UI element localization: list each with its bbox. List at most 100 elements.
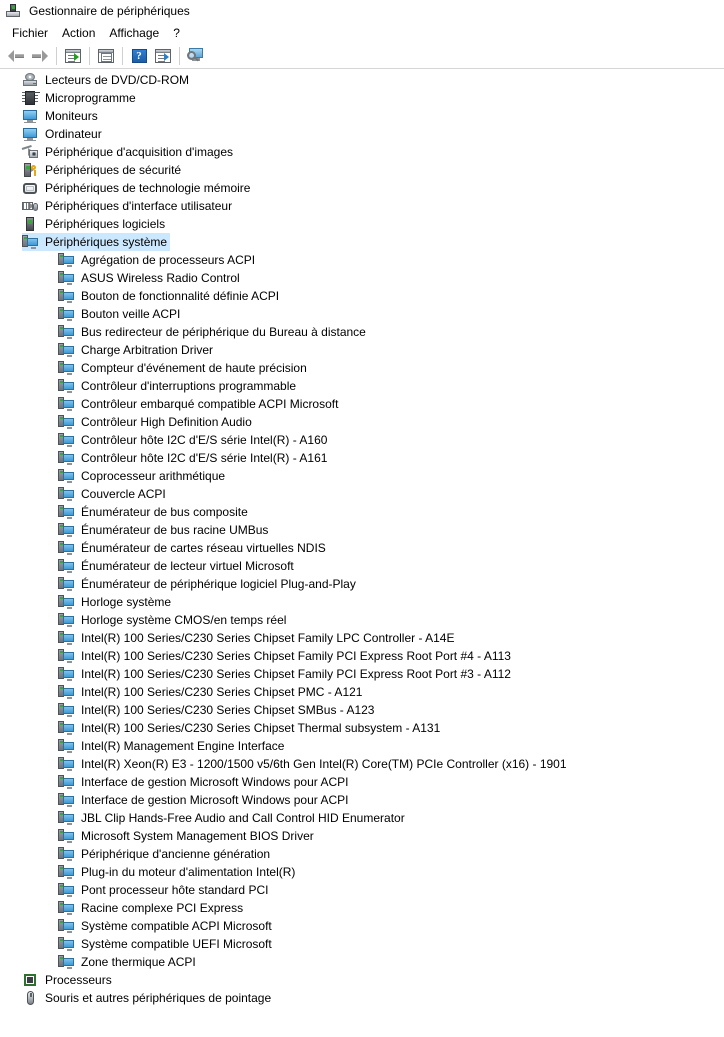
system-device-icon: [58, 774, 74, 790]
tree-item[interactable]: Énumérateur de bus racine UMBus: [0, 521, 724, 539]
tree-item[interactable]: Intel(R) 100 Series/C230 Series Chipset …: [0, 719, 724, 737]
tree-item[interactable]: Contrôleur embarqué compatible ACPI Micr…: [0, 395, 724, 413]
tree-item-label: Intel(R) 100 Series/C230 Series Chipset …: [81, 631, 455, 645]
tree-item[interactable]: Zone thermique ACPI: [0, 953, 724, 971]
tree-item[interactable]: Intel(R) 100 Series/C230 Series Chipset …: [0, 665, 724, 683]
window-play-icon: [155, 48, 171, 63]
tree-item[interactable]: Contrôleur High Definition Audio: [0, 413, 724, 431]
forward-button[interactable]: [28, 45, 52, 67]
tree-item[interactable]: Plug-in du moteur d'alimentation Intel(R…: [0, 863, 724, 881]
system-device-icon: [58, 468, 74, 484]
tree-item-label: Intel(R) 100 Series/C230 Series Chipset …: [81, 685, 363, 699]
tree-item[interactable]: Intel(R) Xeon(R) E3 - 1200/1500 v5/6th G…: [0, 755, 724, 773]
tree-item[interactable]: Microprogramme: [0, 89, 724, 107]
dvd-drive-icon: [22, 72, 38, 88]
system-device-icon: [58, 486, 74, 502]
tree-item-label: Périphériques logiciels: [45, 217, 166, 231]
tree-item[interactable]: Racine complexe PCI Express: [0, 899, 724, 917]
tree-item-label: Périphériques de sécurité: [45, 163, 182, 177]
tree-item[interactable]: Périphériques d'interface utilisateur: [0, 197, 724, 215]
tree-item[interactable]: Coprocesseur arithmétique: [0, 467, 724, 485]
tree-item[interactable]: Bouton veille ACPI: [0, 305, 724, 323]
tree-item[interactable]: Système compatible ACPI Microsoft: [0, 917, 724, 935]
tree-item[interactable]: Énumérateur de bus composite: [0, 503, 724, 521]
tree-item[interactable]: Pont processeur hôte standard PCI: [0, 881, 724, 899]
tree-item-label: Pont processeur hôte standard PCI: [81, 883, 269, 897]
system-device-icon: [58, 954, 74, 970]
tree-item[interactable]: Intel(R) 100 Series/C230 Series Chipset …: [0, 629, 724, 647]
tree-item[interactable]: ASUS Wireless Radio Control: [0, 269, 724, 287]
tree-item-label: Système compatible ACPI Microsoft: [81, 919, 272, 933]
tree-item-label: Zone thermique ACPI: [81, 955, 196, 969]
tree-item[interactable]: Microsoft System Management BIOS Driver: [0, 827, 724, 845]
tree-item-label: Énumérateur de lecteur virtuel Microsoft: [81, 559, 294, 573]
tree-item[interactable]: Périphériques logiciels: [0, 215, 724, 233]
update-driver-button[interactable]: [151, 45, 175, 67]
tree-item[interactable]: Périphériques de technologie mémoire: [0, 179, 724, 197]
tree-item[interactable]: Périphériques système: [0, 233, 724, 251]
software-device-icon: [22, 216, 38, 232]
tree-item-label: Énumérateur de périphérique logiciel Plu…: [81, 577, 356, 591]
tree-item[interactable]: Énumérateur de lecteur virtuel Microsoft: [0, 557, 724, 575]
tree-item[interactable]: Périphérique d'acquisition d'images: [0, 143, 724, 161]
tree-item-label: Intel(R) Management Engine Interface: [81, 739, 285, 753]
menu-item-affichage[interactable]: Affichage: [102, 24, 166, 42]
device-manager-icon: [5, 3, 21, 19]
tree-item[interactable]: Intel(R) Management Engine Interface: [0, 737, 724, 755]
tree-item-label: Agrégation de processeurs ACPI: [81, 253, 256, 267]
menu-item-action[interactable]: Action: [55, 24, 102, 42]
tree-item[interactable]: Contrôleur hôte I2C d'E/S série Intel(R)…: [0, 431, 724, 449]
tree-item[interactable]: Périphérique d'ancienne génération: [0, 845, 724, 863]
system-device-icon: [58, 414, 74, 430]
tree-item[interactable]: Interface de gestion Microsoft Windows p…: [0, 773, 724, 791]
menu-item-fichier[interactable]: Fichier: [5, 24, 55, 42]
tree-item[interactable]: Énumérateur de périphérique logiciel Plu…: [0, 575, 724, 593]
system-device-icon: [58, 504, 74, 520]
tree-item[interactable]: JBL Clip Hands-Free Audio and Call Contr…: [0, 809, 724, 827]
tree-item[interactable]: Bus redirecteur de périphérique du Burea…: [0, 323, 724, 341]
tree-item[interactable]: Agrégation de processeurs ACPI: [0, 251, 724, 269]
system-device-icon: [58, 738, 74, 754]
window-title: Gestionnaire de périphériques: [29, 4, 190, 18]
tree-item[interactable]: Processeurs: [0, 971, 724, 989]
monitor-icon: [22, 108, 38, 124]
tree-item[interactable]: Couvercle ACPI: [0, 485, 724, 503]
tree-item[interactable]: Moniteurs: [0, 107, 724, 125]
back-button[interactable]: [4, 45, 28, 67]
tree-item[interactable]: Bouton de fonctionnalité définie ACPI: [0, 287, 724, 305]
tree-item[interactable]: Contrôleur hôte I2C d'E/S série Intel(R)…: [0, 449, 724, 467]
tree-item[interactable]: Intel(R) 100 Series/C230 Series Chipset …: [0, 647, 724, 665]
tree-item[interactable]: Interface de gestion Microsoft Windows p…: [0, 791, 724, 809]
tree-item-label: Périphérique d'ancienne génération: [81, 847, 271, 861]
tree-item-label: Microprogramme: [45, 91, 136, 105]
tree-item[interactable]: Compteur d'événement de haute précision: [0, 359, 724, 377]
tree-item[interactable]: Intel(R) 100 Series/C230 Series Chipset …: [0, 701, 724, 719]
tree-item-label: Interface de gestion Microsoft Windows p…: [81, 793, 349, 807]
system-device-icon: [58, 252, 74, 268]
tree-item[interactable]: Intel(R) 100 Series/C230 Series Chipset …: [0, 683, 724, 701]
system-device-icon: [58, 702, 74, 718]
tree-item-label: Contrôleur hôte I2C d'E/S série Intel(R)…: [81, 433, 328, 447]
show-hide-tree-button[interactable]: [61, 45, 85, 67]
menu-item-aide[interactable]: ?: [166, 24, 187, 42]
tree-item[interactable]: Énumérateur de cartes réseau virtuelles …: [0, 539, 724, 557]
tree-item-label: Contrôleur hôte I2C d'E/S série Intel(R)…: [81, 451, 328, 465]
device-tree[interactable]: Lecteurs de DVD/CD-ROM Microprogramme Moni…: [0, 69, 724, 1037]
tree-item[interactable]: Charge Arbitration Driver: [0, 341, 724, 359]
tree-item[interactable]: Système compatible UEFI Microsoft: [0, 935, 724, 953]
tree-item[interactable]: Souris et autres périphériques de pointa…: [0, 989, 724, 1007]
tree-item[interactable]: Lecteurs de DVD/CD-ROM: [0, 71, 724, 89]
tree-item[interactable]: Périphériques de sécurité: [0, 161, 724, 179]
tree-item[interactable]: Contrôleur d'interruptions programmable: [0, 377, 724, 395]
tree-item[interactable]: Horloge système CMOS/en temps réel: [0, 611, 724, 629]
tree-item[interactable]: Ordinateur: [0, 125, 724, 143]
help-button[interactable]: ?: [127, 45, 151, 67]
tree-item-label: Énumérateur de bus composite: [81, 505, 248, 519]
scan-hardware-changes-button[interactable]: [184, 45, 208, 67]
tree-item-selected-row[interactable]: Périphériques système: [22, 233, 171, 251]
camera-icon: [21, 144, 38, 160]
tree-item[interactable]: Horloge système: [0, 593, 724, 611]
window-tree-icon: [65, 48, 81, 63]
tree-item-label: Bus redirecteur de périphérique du Burea…: [81, 325, 366, 339]
properties-button[interactable]: [94, 45, 118, 67]
